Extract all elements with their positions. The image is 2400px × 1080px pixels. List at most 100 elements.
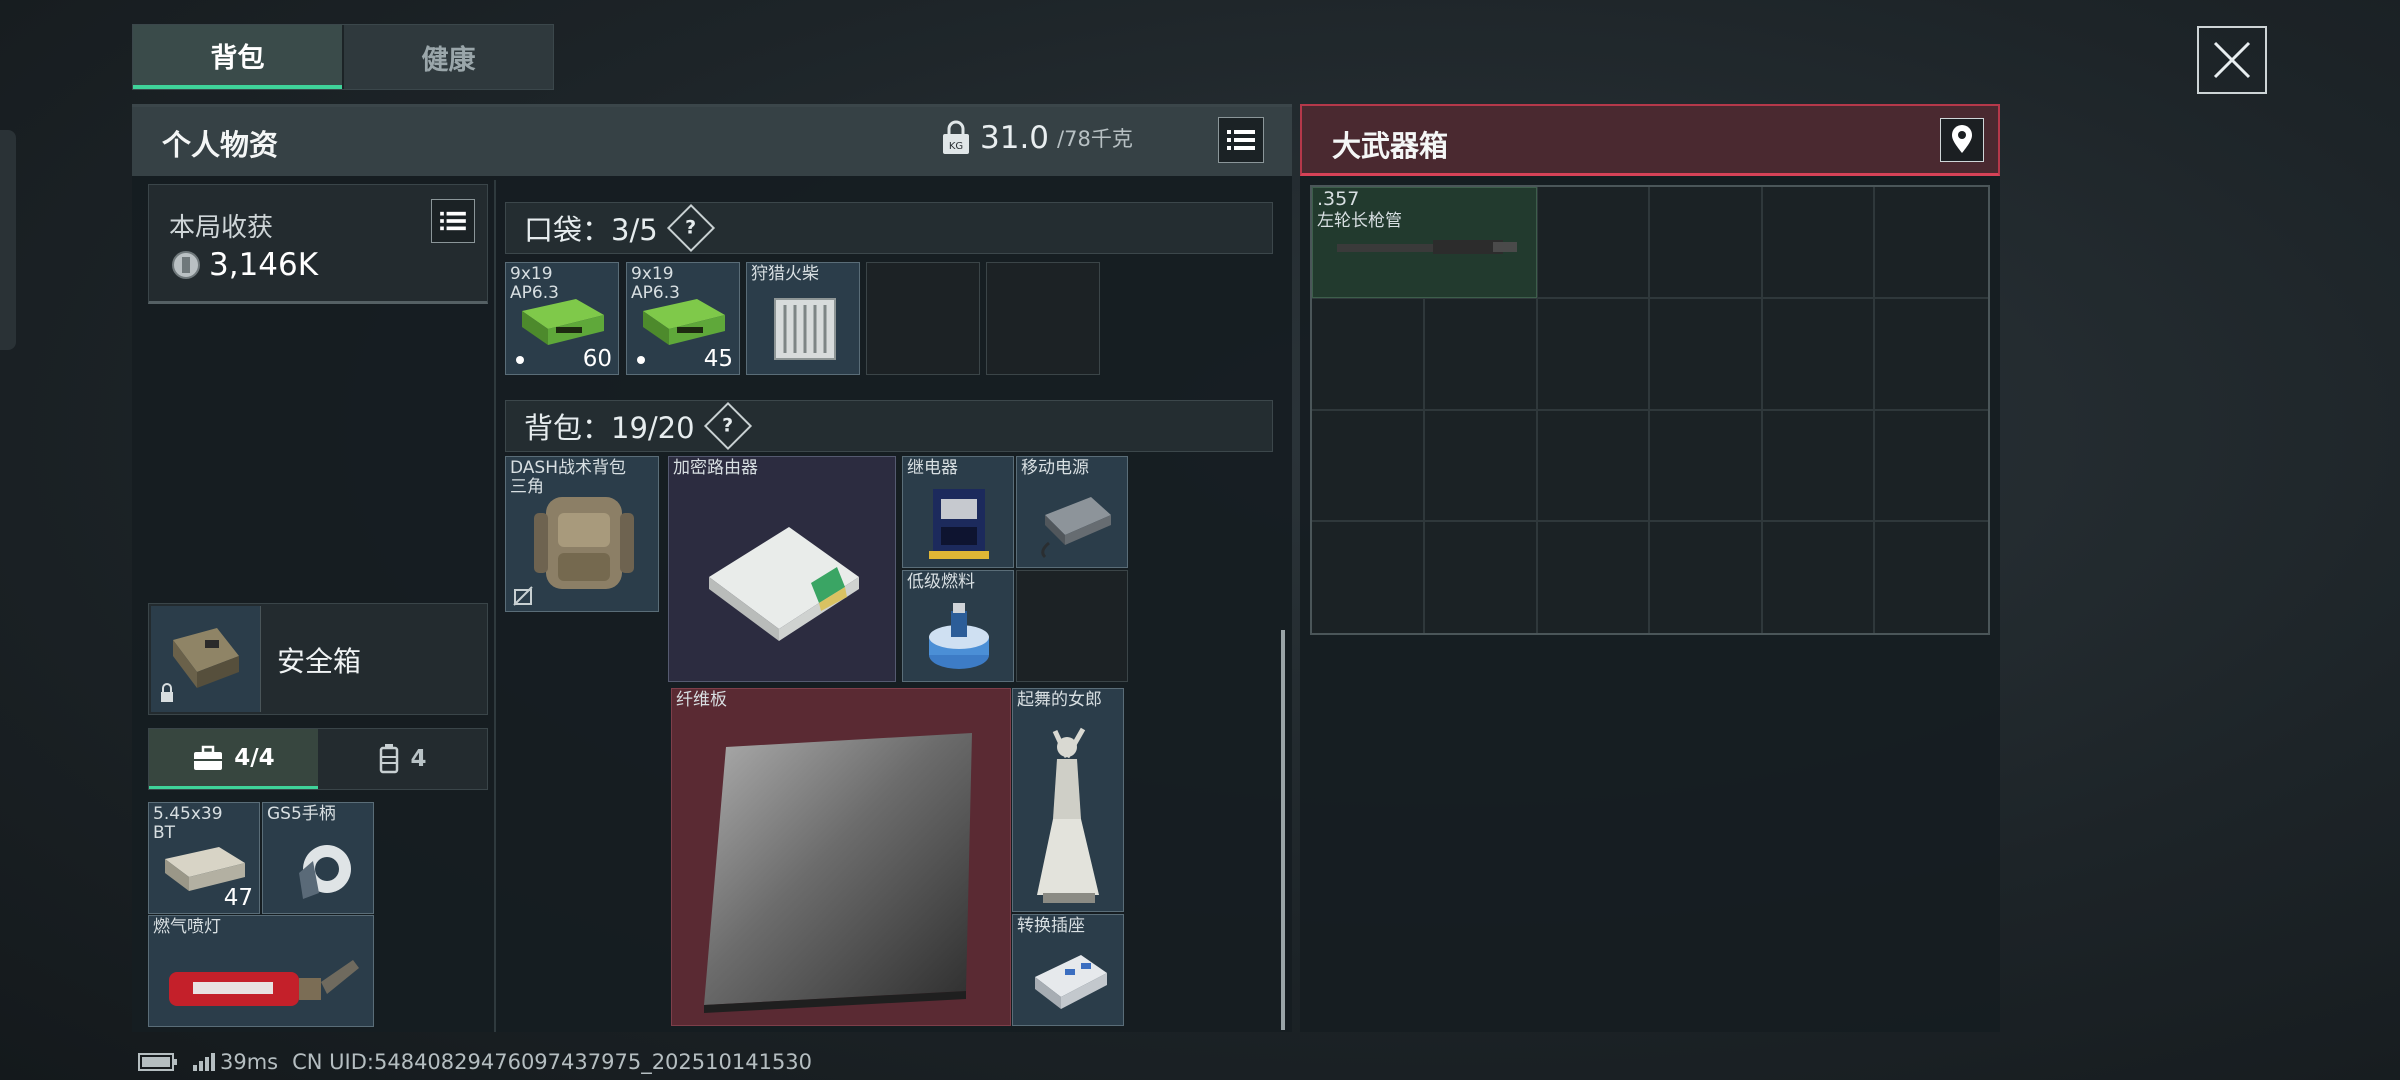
backpack-item-fiber[interactable]: 纤维板 — [671, 688, 1011, 1026]
safe-box-label: 安全箱 — [277, 645, 362, 678]
signal-icon — [193, 1053, 215, 1071]
list-icon — [1227, 130, 1255, 150]
pocket-item-3[interactable]: 狩猎火柴 — [746, 262, 860, 375]
fuel-can-icon — [929, 603, 989, 669]
tab-backpack[interactable]: 背包 — [133, 25, 342, 89]
tab-case-count: 4/4 — [234, 744, 275, 771]
case-item-ammo-545[interactable]: 5.45x39 BT 47 — [148, 802, 260, 914]
map-pin-icon — [1952, 125, 1972, 153]
pocket-label: 口袋：3/5 — [524, 213, 658, 247]
briefcase-icon — [194, 745, 223, 770]
personal-sort-button[interactable] — [1218, 117, 1264, 163]
close-button[interactable] — [2197, 26, 2267, 94]
grip-icon — [299, 845, 351, 899]
backpack-item-power-name: 移动电源 — [1021, 458, 1089, 478]
matches-icon — [774, 298, 836, 360]
backpack-item-dash[interactable]: DASH战术背包 三角 — [505, 456, 659, 612]
case-item-torch[interactable]: 燃气喷灯 — [148, 915, 374, 1027]
backpack-item-fiber-name: 纤维板 — [676, 690, 727, 710]
round-gain-box: 本局收获 3,146K — [148, 184, 488, 304]
pocket-item-2[interactable]: 9x19 AP6.3 45 — [626, 262, 740, 375]
dancer-statue-icon — [1037, 727, 1099, 903]
tab-canister-count: 4 — [410, 746, 427, 772]
crate-title: 大武器箱 — [1332, 129, 1449, 163]
pocket-item-1-qty: 60 — [582, 346, 612, 372]
adapter-socket-icon — [1035, 955, 1107, 1009]
pocket-item-3-name: 狩猎火柴 — [751, 264, 819, 284]
backpack-item-dash-name: DASH战术背包 三角 — [510, 458, 626, 497]
battery-icon — [138, 1053, 177, 1071]
backpack-item-power[interactable]: 移动电源 — [1016, 456, 1128, 568]
case-item-gs5[interactable]: GS5手柄 — [262, 802, 374, 914]
gain-value-row: 3,146K — [171, 247, 318, 283]
backpack-item-socket[interactable]: 转换插座 — [1012, 914, 1124, 1026]
crate-grid: .357 左轮长枪管 — [1310, 185, 1990, 635]
weight-max: /78千克 — [1057, 127, 1133, 151]
status-bar: 39ms CN UID:54840829476097437975_2025101… — [138, 1050, 812, 1074]
ping-group: 39ms — [192, 1050, 278, 1074]
backpack-header: 背包：19/20 ? — [505, 400, 1273, 452]
backpack-item-relay[interactable]: 继电器 — [902, 456, 1014, 568]
gain-detail-button[interactable] — [431, 199, 475, 243]
tab-case[interactable]: 4/4 — [149, 729, 318, 789]
gain-label: 本局收获 — [169, 213, 274, 243]
pocket-slot-empty[interactable] — [866, 262, 980, 375]
crate-header: 大武器箱 — [1300, 104, 2000, 176]
pocket-slot-empty[interactable] — [986, 262, 1100, 375]
weight-lock-icon: KG — [943, 120, 969, 154]
weight-current: 31.0 — [980, 120, 1050, 156]
pocket-item-1[interactable]: 9x19 AP6.3 60 — [505, 262, 619, 375]
backpack-item-dancer-name: 起舞的女郎 — [1017, 690, 1102, 710]
container-tabs: 4/4 4 — [148, 728, 488, 790]
pocket-item-2-name: 9x19 AP6.3 — [631, 264, 680, 303]
backpack-item-router[interactable]: 加密路由器 — [668, 456, 896, 682]
weight-display: KG 31.0/78千克 — [940, 120, 1133, 156]
ping-value: 39ms — [220, 1050, 279, 1074]
backpack-slot-empty[interactable] — [1016, 570, 1128, 682]
crate-locate-button[interactable] — [1940, 118, 1984, 162]
scrollbar[interactable] — [1281, 630, 1285, 1030]
pocket-help-icon[interactable]: ? — [666, 203, 715, 253]
safe-box-item[interactable] — [151, 606, 261, 712]
personal-header: 个人物资 KG 31.0/78千克 — [132, 104, 1292, 176]
uid-text: CN UID:54840829476097437975_202510141530 — [292, 1050, 813, 1074]
pocket-item-2-qty: 45 — [703, 346, 733, 372]
case-item-ammo-qty: 47 — [223, 885, 253, 911]
case-item-ammo-name: 5.45x39 BT — [153, 804, 223, 843]
list-icon — [440, 211, 466, 231]
backpack-item-fuel[interactable]: 低级燃料 — [902, 570, 1014, 682]
gas-torch-icon — [169, 960, 359, 1006]
crate-item-caliber: .357 — [1317, 188, 1360, 210]
backpack-help-icon[interactable]: ? — [703, 401, 752, 451]
gain-value: 3,146K — [209, 247, 319, 283]
tab-health[interactable]: 健康 — [342, 25, 553, 89]
no-insure-icon — [513, 586, 533, 606]
crate-item-name: 左轮长枪管 — [1317, 211, 1402, 231]
backpack-item-socket-name: 转换插座 — [1017, 916, 1085, 936]
backpack-item-dancer[interactable]: 起舞的女郎 — [1012, 688, 1124, 912]
safe-box-icon — [161, 628, 239, 702]
edge-handle — [0, 130, 16, 350]
pocket-item-1-name: 9x19 AP6.3 — [510, 264, 559, 303]
tab-canister[interactable]: 4 — [318, 729, 487, 789]
backpack-item-fuel-name: 低级燃料 — [907, 572, 975, 592]
backpack-label: 背包：19/20 — [524, 411, 695, 445]
revolver-barrel-icon — [1337, 240, 1517, 254]
case-item-torch-name: 燃气喷灯 — [153, 917, 221, 937]
coin-icon — [172, 251, 200, 279]
safe-box-slot[interactable]: 安全箱 — [148, 603, 488, 715]
case-item-gs5-name: GS5手柄 — [267, 804, 336, 824]
pocket-header: 口袋：3/5 ? — [505, 202, 1273, 254]
column-divider — [494, 180, 496, 1032]
item-marker-dot — [637, 356, 645, 364]
crate-item-barrel[interactable]: .357 左轮长枪管 — [1312, 187, 1537, 298]
canister-icon — [380, 744, 399, 774]
fiber-board-icon — [704, 733, 972, 1013]
main-tabs: 背包 健康 — [132, 24, 554, 90]
backpack-item-router-name: 加密路由器 — [673, 458, 758, 478]
close-icon — [2213, 41, 2251, 79]
router-icon — [709, 527, 859, 641]
backpack-item-relay-name: 继电器 — [907, 458, 958, 478]
svg-text:KG: KG — [949, 141, 963, 152]
item-marker-dot — [516, 356, 524, 364]
